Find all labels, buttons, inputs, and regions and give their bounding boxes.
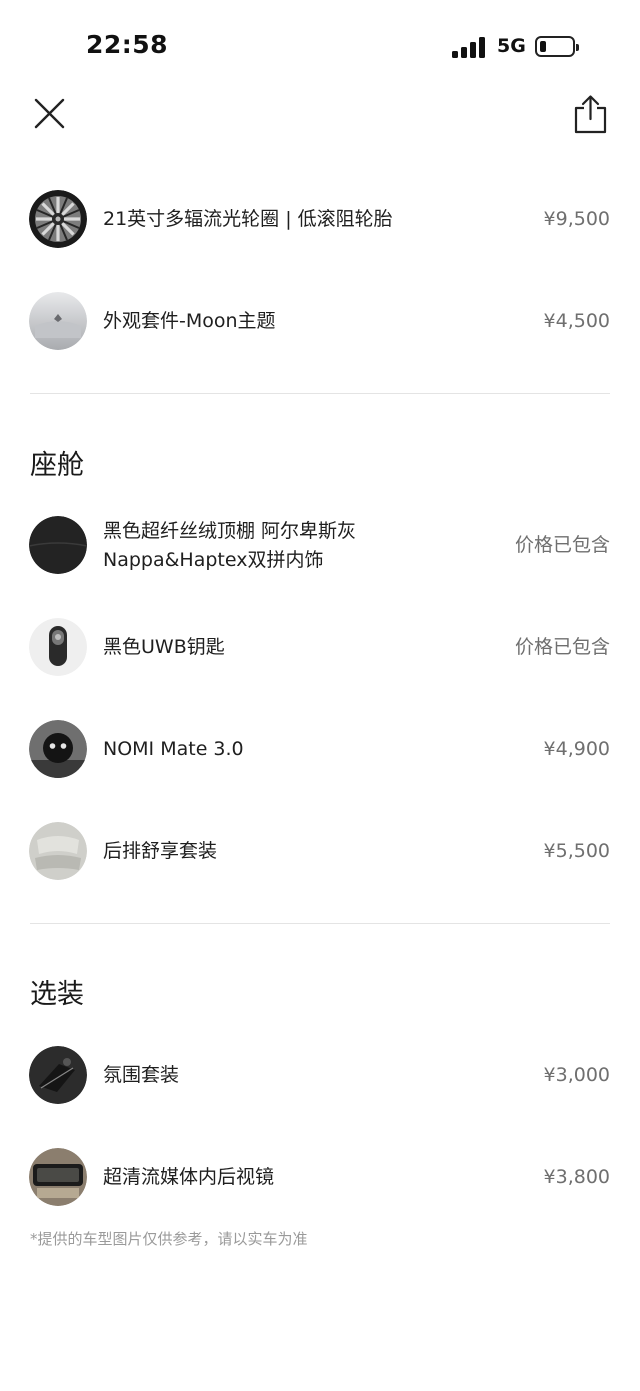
battery-icon <box>535 36 579 57</box>
signal-icon <box>452 37 488 58</box>
section-title-options: 选装 <box>30 979 84 1010</box>
share-icon <box>574 95 607 134</box>
item-name-line2: Nappa&Haptex双拼内饰 <box>103 549 324 571</box>
list-item-mirror[interactable]: 超清流媒体内后视镜 ¥3,800 <box>0 1148 640 1208</box>
disclaimer: *提供的车型图片仅供参考，请以实车为准 <box>30 1230 308 1248</box>
item-price: 价格已包含 <box>514 534 610 556</box>
section-title-cabin: 座舱 <box>30 450 84 481</box>
interior-thumbnail <box>29 516 87 574</box>
list-item-interior[interactable]: 黑色超纤丝绒顶棚 阿尔卑斯灰 Nappa&Haptex双拼内饰 价格已包含 <box>0 516 640 576</box>
item-name: 后排舒享套装 <box>103 840 218 862</box>
divider <box>30 393 610 394</box>
wheel-thumbnail <box>29 190 87 248</box>
item-name-line1: 黑色超纤丝绒顶棚 阿尔卑斯灰 <box>103 520 357 542</box>
item-price: ¥3,000 <box>543 1064 610 1086</box>
item-name: 21英寸多辐流光轮圈 | 低滚阻轮胎 <box>103 208 393 230</box>
key-thumbnail <box>29 618 87 676</box>
item-price: 价格已包含 <box>514 636 610 658</box>
item-price: ¥4,500 <box>543 310 610 332</box>
divider <box>30 923 610 924</box>
exterior-kit-thumbnail <box>29 292 87 350</box>
ambient-thumbnail <box>29 1046 87 1104</box>
close-icon <box>34 98 65 129</box>
item-name: 氛围套装 <box>103 1064 180 1086</box>
network-type: 5G <box>497 35 526 57</box>
share-button[interactable] <box>570 92 610 136</box>
item-price: ¥5,500 <box>543 840 610 862</box>
list-item-exterior-kit[interactable]: 外观套件-Moon主题 ¥4,500 <box>0 292 640 352</box>
list-item-uwb-key[interactable]: 黑色UWB钥匙 价格已包含 <box>0 618 640 678</box>
list-item-wheels[interactable]: 21英寸多辐流光轮圈 | 低滚阻轮胎 ¥9,500 <box>0 190 640 250</box>
item-price: ¥9,500 <box>543 208 610 230</box>
list-item-ambient[interactable]: 氛围套装 ¥3,000 <box>0 1046 640 1106</box>
mirror-thumbnail <box>29 1148 87 1206</box>
item-name: 外观套件-Moon主题 <box>103 310 276 332</box>
item-name: NOMI Mate 3.0 <box>103 738 244 760</box>
list-item-rear-seat[interactable]: 后排舒享套装 ¥5,500 <box>0 822 640 882</box>
item-name: 黑色超纤丝绒顶棚 阿尔卑斯灰 Nappa&Haptex双拼内饰 <box>103 517 356 575</box>
status-bar: 22:58 5G <box>0 0 640 90</box>
item-price: ¥3,800 <box>543 1166 610 1188</box>
list-item-nomi[interactable]: NOMI Mate 3.0 ¥4,900 <box>0 720 640 780</box>
nomi-thumbnail <box>29 720 87 778</box>
rear-seat-thumbnail <box>29 822 87 880</box>
status-time: 22:58 <box>86 30 169 59</box>
close-button[interactable] <box>30 92 70 132</box>
item-name: 黑色UWB钥匙 <box>103 636 225 658</box>
item-price: ¥4,900 <box>543 738 610 760</box>
item-name: 超清流媒体内后视镜 <box>103 1166 275 1188</box>
